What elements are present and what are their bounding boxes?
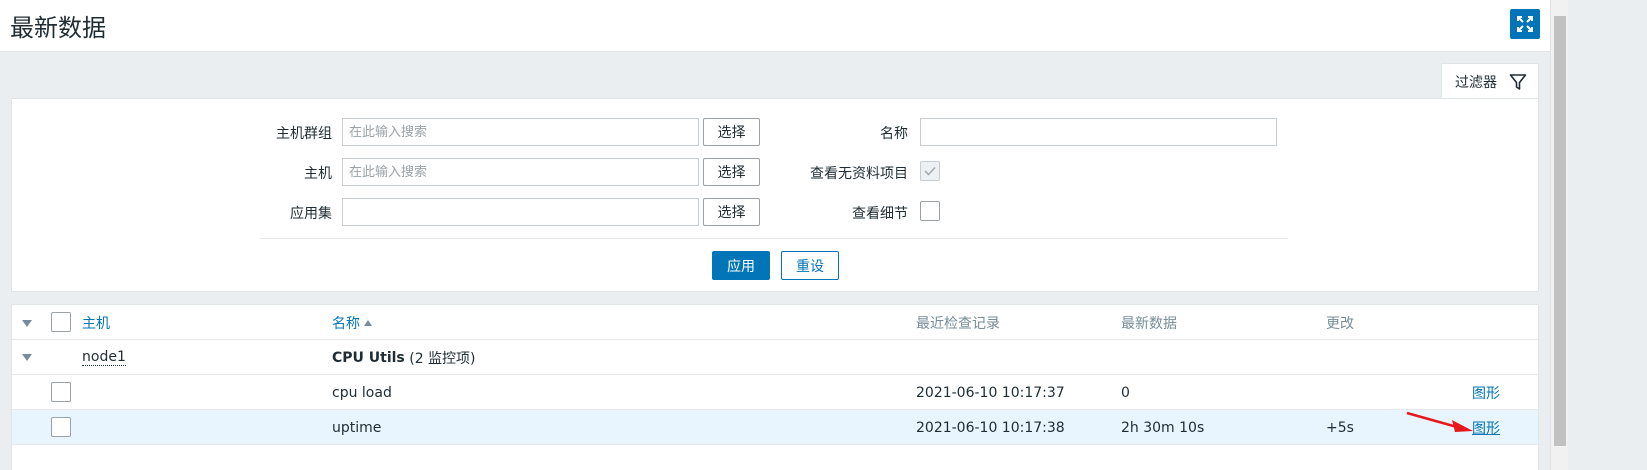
item-last-value: 2h 30m 10s	[1121, 419, 1205, 436]
table-header-row: 主机 名称 最近检查记录 最新数据 更改	[12, 305, 1538, 340]
group-application-name: CPU Utils	[332, 349, 405, 366]
select-all-checkbox[interactable]	[51, 312, 71, 332]
show-no-data-checkbox[interactable]	[920, 161, 940, 181]
column-header-host[interactable]: 主机	[82, 305, 110, 340]
vertical-scrollbar[interactable]	[1550, 0, 1568, 470]
host-group-select-button[interactable]: 选择	[703, 118, 760, 146]
funnel-filter-icon	[1509, 73, 1527, 90]
fullscreen-expand-icon	[1517, 16, 1533, 32]
group-host-name[interactable]: node1	[82, 349, 126, 366]
group-host-cell: node1	[82, 340, 126, 375]
table-row: uptime 2021-06-10 10:17:38 2h 30m 10s +5…	[12, 410, 1538, 445]
host-label: 主机	[304, 166, 332, 182]
row-checkbox[interactable]	[51, 417, 71, 437]
item-name: cpu load	[332, 384, 392, 401]
show-details-checkbox[interactable]	[920, 201, 940, 221]
host-select-button[interactable]: 选择	[703, 158, 760, 186]
latest-data-table: 主机 名称 最近检查记录 最新数据 更改 node1 CPU Utils (2 …	[11, 304, 1539, 470]
name-input[interactable]	[920, 118, 1277, 146]
filter-panel: 主机群组 选择 主机 选择 应用集 选择 名称 查看无资料项目 查看细节 应用 …	[11, 98, 1539, 292]
host-input[interactable]	[342, 158, 699, 186]
filter-tab-label: 过滤器	[1455, 74, 1497, 91]
group-item-count: (2 监控项)	[409, 350, 476, 367]
column-header-change: 更改	[1326, 315, 1354, 332]
item-name: uptime	[332, 419, 382, 436]
row-checkbox[interactable]	[51, 382, 71, 402]
column-header-name-label[interactable]: 名称	[332, 313, 360, 333]
page-header: 最新数据	[0, 0, 1550, 52]
sort-ascending-icon	[364, 319, 372, 326]
application-select-button[interactable]: 选择	[703, 198, 760, 226]
host-group-input[interactable]	[342, 118, 699, 146]
host-group-label: 主机群组	[276, 126, 332, 142]
column-header-name[interactable]: 名称	[332, 305, 372, 340]
collapse-group-toggle-icon[interactable]	[22, 354, 32, 361]
item-last-check: 2021-06-10 10:17:38	[916, 419, 1065, 436]
page-title: 最新数据	[10, 14, 106, 42]
red-arrow-annotation	[1406, 411, 1473, 432]
item-last-check: 2021-06-10 10:17:37	[916, 384, 1065, 401]
show-details-label: 查看细节	[852, 206, 908, 222]
reset-button[interactable]: 重设	[781, 251, 839, 280]
check-icon	[924, 166, 936, 176]
graph-link[interactable]: 图形	[1472, 375, 1500, 410]
filter-tab[interactable]: 过滤器	[1441, 63, 1539, 99]
column-header-last-value: 最新数据	[1121, 315, 1177, 332]
graph-link[interactable]: 图形	[1472, 410, 1500, 445]
column-header-host-label[interactable]: 主机	[82, 313, 110, 333]
name-label: 名称	[880, 126, 908, 142]
table-row: cpu load 2021-06-10 10:17:37 0 图形	[12, 375, 1538, 410]
show-no-data-label: 查看无资料项目	[810, 166, 908, 182]
filter-divider	[260, 238, 1288, 239]
group-application-cell: CPU Utils (2 监控项)	[332, 340, 476, 375]
collapse-all-toggle-icon[interactable]	[22, 320, 32, 327]
application-group-row: node1 CPU Utils (2 监控项)	[12, 340, 1538, 375]
fullscreen-button[interactable]	[1510, 9, 1540, 39]
item-change: +5s	[1326, 419, 1354, 436]
application-input[interactable]	[342, 198, 699, 226]
item-last-value: 0	[1121, 384, 1130, 401]
scrollbar-thumb[interactable]	[1554, 16, 1566, 446]
apply-button[interactable]: 应用	[712, 251, 770, 280]
column-header-last-check: 最近检查记录	[916, 315, 1000, 332]
application-label: 应用集	[290, 206, 332, 222]
